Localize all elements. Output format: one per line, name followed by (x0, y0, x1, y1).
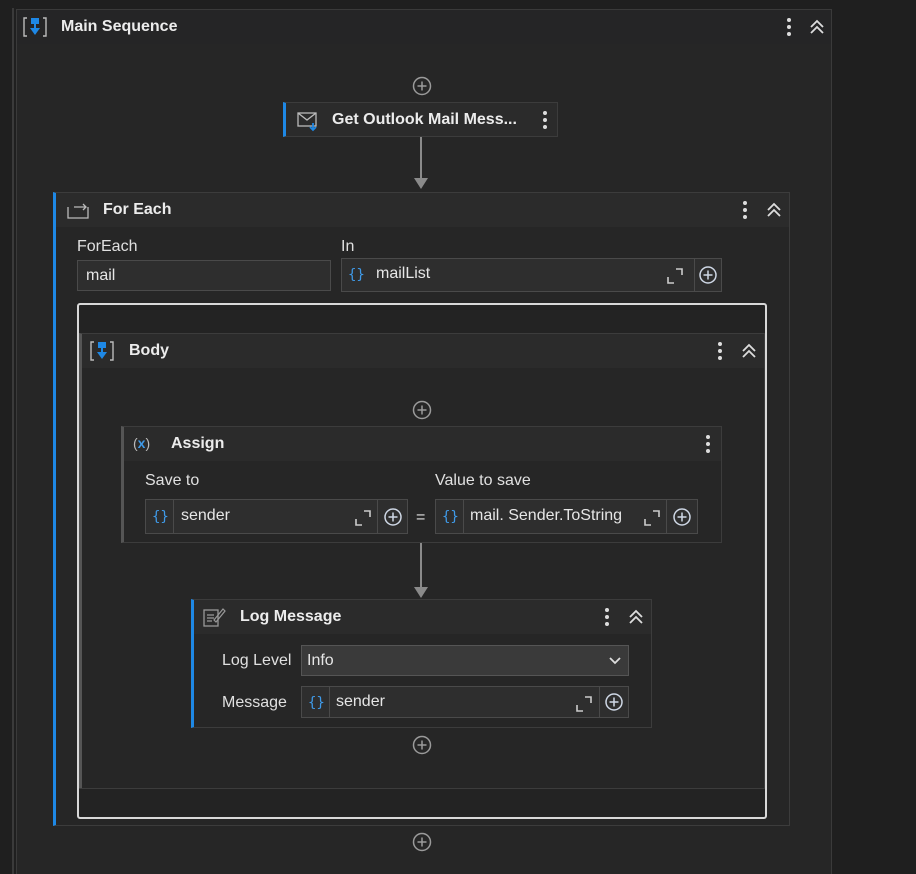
message-label: Message (222, 694, 287, 711)
body-title: Body (129, 342, 169, 359)
save-to-label: Save to (145, 472, 200, 489)
outlook-activity-menu-icon[interactable] (538, 108, 552, 132)
body-sequence-icon (90, 340, 114, 362)
for-each-menu-icon[interactable] (738, 198, 752, 222)
foreach-item-input[interactable]: mail (77, 260, 331, 291)
in-label: In (341, 238, 355, 255)
expand-editor-icon[interactable] (576, 696, 592, 712)
message-value: sender (336, 693, 385, 710)
assign-title: Assign (171, 435, 225, 452)
body-menu-icon[interactable] (713, 339, 727, 363)
add-activity-icon[interactable] (411, 831, 433, 853)
value-to-save-input[interactable]: {} mail. Sender.ToString (435, 499, 667, 534)
in-collection-input[interactable]: {} mailList (341, 258, 695, 292)
in-collection-value: mailList (376, 265, 431, 282)
connector-arrow-icon (413, 586, 429, 598)
log-message-icon (202, 606, 226, 628)
expand-editor-icon[interactable] (667, 268, 683, 284)
for-each-title: For Each (103, 201, 172, 218)
log-level-value: Info (307, 652, 334, 669)
add-activity-icon[interactable] (411, 734, 433, 756)
outlook-activity-title: Get Outlook Mail Mess... (332, 111, 517, 128)
body-header[interactable]: Body (82, 334, 764, 368)
main-sequence-header[interactable]: Main Sequence (17, 10, 831, 44)
for-each-icon (66, 201, 92, 221)
mail-icon (296, 110, 320, 132)
add-activity-icon[interactable] (411, 399, 433, 421)
log-level-label: Log Level (222, 652, 292, 669)
log-message-title: Log Message (240, 608, 342, 625)
save-to-add-button[interactable] (377, 499, 408, 534)
assign-icon: (x) (133, 435, 151, 451)
expression-braces-icon: {} (308, 695, 325, 711)
chevron-down-icon (608, 654, 624, 668)
main-sequence-menu-icon[interactable] (781, 15, 797, 39)
foreach-label: ForEach (77, 238, 138, 255)
get-outlook-mail-activity[interactable]: Get Outlook Mail Mess... (283, 102, 558, 137)
assign-menu-icon[interactable] (701, 432, 715, 456)
expand-editor-icon[interactable] (355, 510, 371, 526)
assign-header[interactable]: (x) Assign (124, 427, 721, 461)
for-each-header[interactable]: For Each (56, 193, 789, 227)
expand-editor-icon[interactable] (644, 510, 660, 526)
save-to-input[interactable]: {} sender (145, 499, 378, 534)
expression-braces-icon: {} (152, 509, 169, 525)
add-activity-icon[interactable] (411, 75, 433, 97)
value-to-save-label: Value to save (435, 472, 531, 489)
connector-arrow-icon (413, 177, 429, 189)
log-message-collapse-icon[interactable] (626, 607, 646, 627)
main-sequence-collapse-icon[interactable] (807, 17, 827, 37)
log-message-header[interactable]: Log Message (194, 600, 651, 634)
log-message-menu-icon[interactable] (600, 605, 614, 629)
in-collection-add-button[interactable] (694, 258, 722, 292)
message-add-button[interactable] (599, 686, 629, 718)
expression-braces-icon: {} (348, 267, 365, 283)
frame-left-line (12, 8, 14, 874)
main-sequence-title: Main Sequence (61, 18, 178, 35)
sequence-icon (23, 16, 47, 38)
equals-sign: = (416, 509, 426, 526)
log-level-select[interactable]: Info (301, 645, 629, 676)
connector-line (420, 137, 422, 179)
connector-line (420, 543, 422, 588)
for-each-collapse-icon[interactable] (764, 200, 784, 220)
value-to-save-add-button[interactable] (666, 499, 698, 534)
body-collapse-icon[interactable] (739, 341, 759, 361)
message-input[interactable]: {} sender (301, 686, 600, 718)
body-divider (79, 788, 765, 789)
value-to-save-value: mail. Sender.ToString (470, 507, 623, 524)
save-to-value: sender (181, 507, 230, 524)
expression-braces-icon: {} (442, 509, 459, 525)
